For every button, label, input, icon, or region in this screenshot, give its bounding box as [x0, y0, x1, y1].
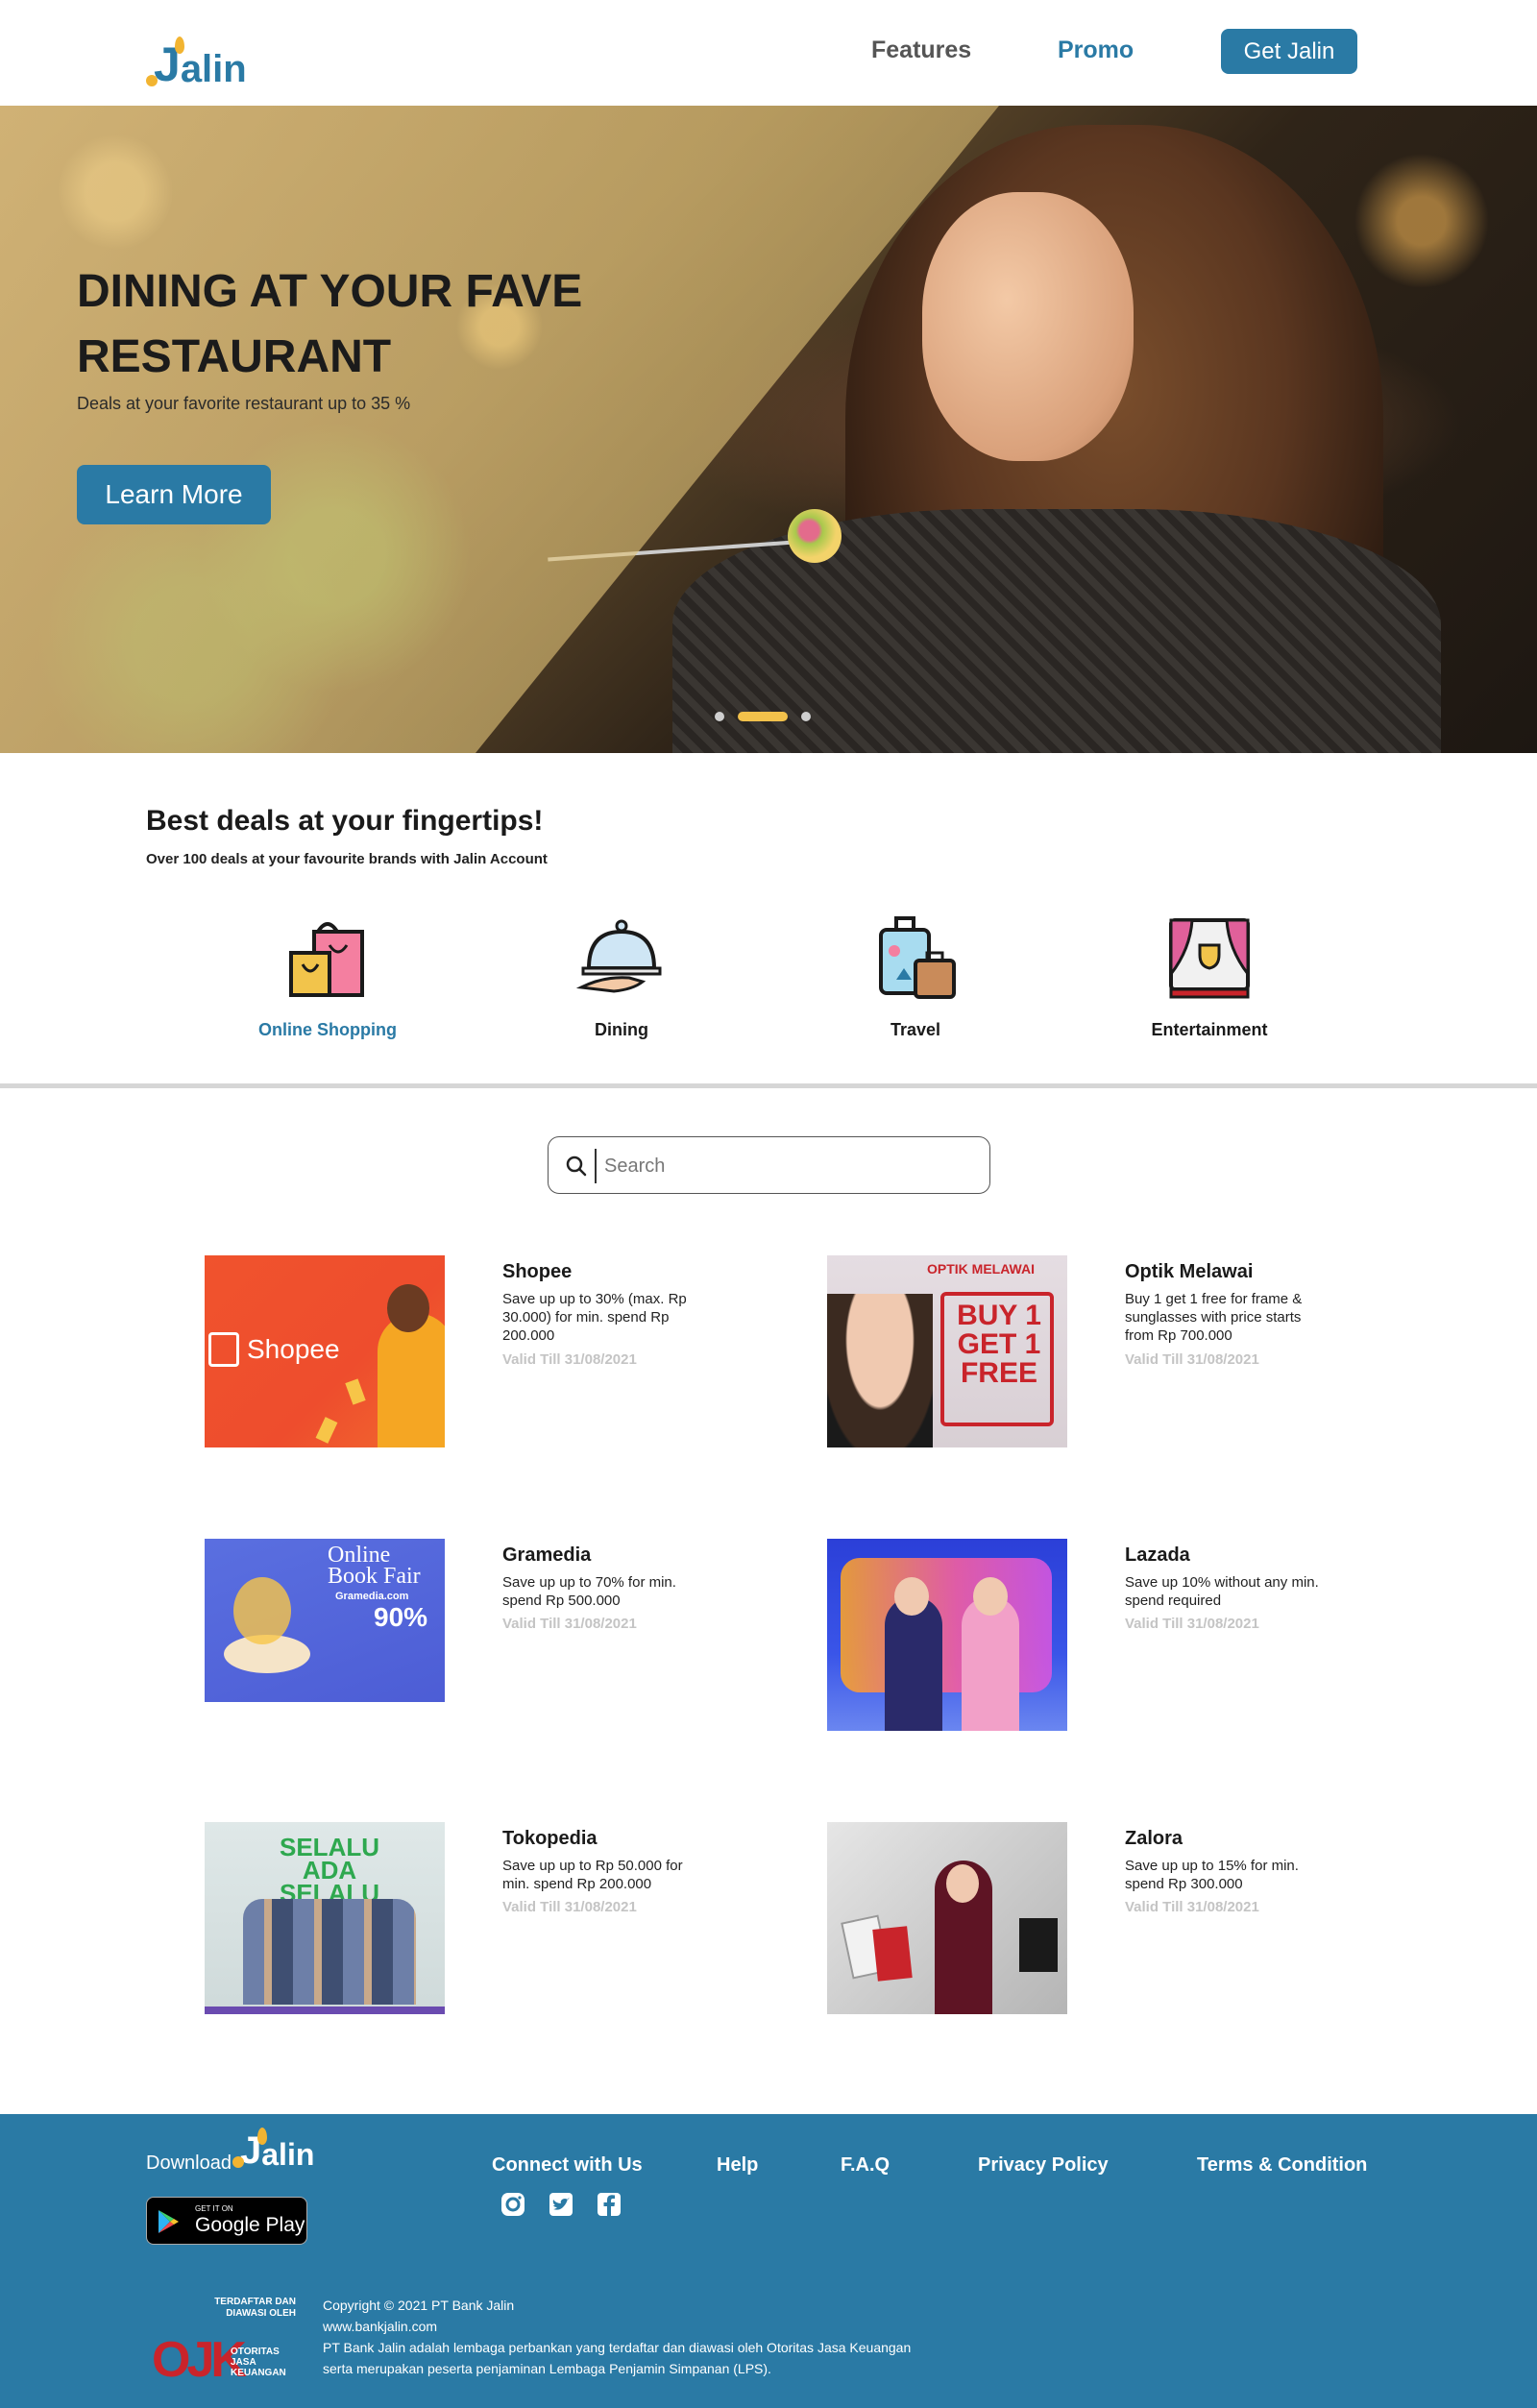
site-footer: Download J alin GET IT ON Google Play Co… [0, 2114, 1537, 2408]
get-jalin-button[interactable]: Get Jalin [1221, 29, 1357, 74]
footer-jalin-logo: J alin [232, 2128, 314, 2170]
deals-subtitle: Over 100 deals at your favourite brands … [146, 851, 548, 867]
promo-image-gramedia: Online Book Fair Gramedia.com 90% [205, 1539, 445, 1731]
section-divider [0, 1083, 1537, 1088]
carousel-dot[interactable] [801, 712, 811, 721]
footer-legal-info: Copyright © 2021 PT Bank Jalin www.bankj… [323, 2298, 912, 2376]
promo-image-zalora [827, 1822, 1067, 2014]
category-entertainment[interactable]: Entertainment [1113, 912, 1305, 1040]
search-icon [566, 1155, 587, 1177]
footer-link-help[interactable]: Help [717, 2154, 758, 2177]
carousel-indicator [715, 712, 811, 721]
deals-title: Best deals at your fingertips! [146, 805, 544, 837]
serving-cloche-icon [575, 919, 662, 993]
luggage-icon [879, 916, 956, 999]
promo-card-optik-melawai[interactable]: OPTIK MELAWAI BUY 1 GET 1 FREE Optik Mel… [827, 1255, 1365, 1447]
hero-title: DINING AT YOUR FAVE RESTAURANT [77, 266, 583, 382]
category-travel[interactable]: Travel [819, 912, 1012, 1040]
flame-icon [175, 36, 184, 54]
category-dining[interactable]: Dining [525, 912, 718, 1040]
carousel-dot-active[interactable] [738, 712, 788, 721]
promo-card-lazada[interactable]: Lazada Save up 10% without any min. spen… [827, 1539, 1365, 1731]
nav-features[interactable]: Features [871, 36, 971, 64]
promo-image-optik-melawai: OPTIK MELAWAI BUY 1 GET 1 FREE [827, 1255, 1067, 1447]
footer-link-terms[interactable]: Terms & Condition [1197, 2154, 1367, 2177]
website-link[interactable]: www.bankjalin.com [323, 2316, 911, 2337]
hero-subtitle: Deals at your favorite restaurant up to … [77, 394, 411, 413]
site-header: J alin Features Promo Get Jalin [0, 0, 1537, 106]
search-input[interactable] [604, 1151, 969, 1181]
promo-card-tokopedia[interactable]: SELALU ADA SELALU BISA Tokopedia Save up… [205, 1822, 743, 2014]
nav-promo[interactable]: Promo [1058, 36, 1134, 64]
promo-card-zalora[interactable]: Zalora Save up up to 15% for min. spend … [827, 1822, 1365, 2014]
shopee-bag-icon [208, 1332, 239, 1367]
download-label: Download [146, 2153, 232, 2174]
google-play-badge[interactable]: GET IT ON Google Play [146, 2197, 307, 2245]
theater-stage-icon [1169, 918, 1250, 999]
search-bar[interactable] [548, 1136, 990, 1194]
footer-link-faq[interactable]: F.A.Q [841, 2154, 890, 2177]
flame-icon [257, 2128, 267, 2145]
carousel-dot[interactable] [715, 712, 724, 721]
promo-card-shopee[interactable]: Shopee Shopee Save up up to 30% (max. Rp… [205, 1255, 743, 1447]
learn-more-button[interactable]: Learn More [77, 465, 271, 524]
footer-link-connect[interactable]: Connect with Us [492, 2154, 643, 2177]
shopping-bag-icon [289, 922, 364, 997]
google-play-icon [159, 2210, 179, 2233]
promo-image-tokopedia: SELALU ADA SELALU BISA [205, 1822, 445, 2014]
twitter-icon[interactable] [548, 2191, 574, 2218]
category-online-shopping[interactable]: Online Shopping [232, 912, 424, 1040]
instagram-icon[interactable] [500, 2191, 526, 2218]
promo-card-gramedia[interactable]: Online Book Fair Gramedia.com 90% Gramed… [205, 1539, 743, 1731]
hero-banner[interactable]: DINING AT YOUR FAVE RESTAURANT Deals at … [0, 106, 1537, 753]
ojk-logo: TERDAFTAR DAN DIAWASI OLEH OJK OTORITAS … [152, 2297, 296, 2388]
footer-link-privacy[interactable]: Privacy Policy [978, 2154, 1109, 2177]
facebook-icon[interactable] [596, 2191, 622, 2218]
jalin-logo[interactable]: J alin [146, 21, 247, 88]
promo-image-lazada [827, 1539, 1067, 1731]
promo-image-shopee: Shopee [205, 1255, 445, 1447]
